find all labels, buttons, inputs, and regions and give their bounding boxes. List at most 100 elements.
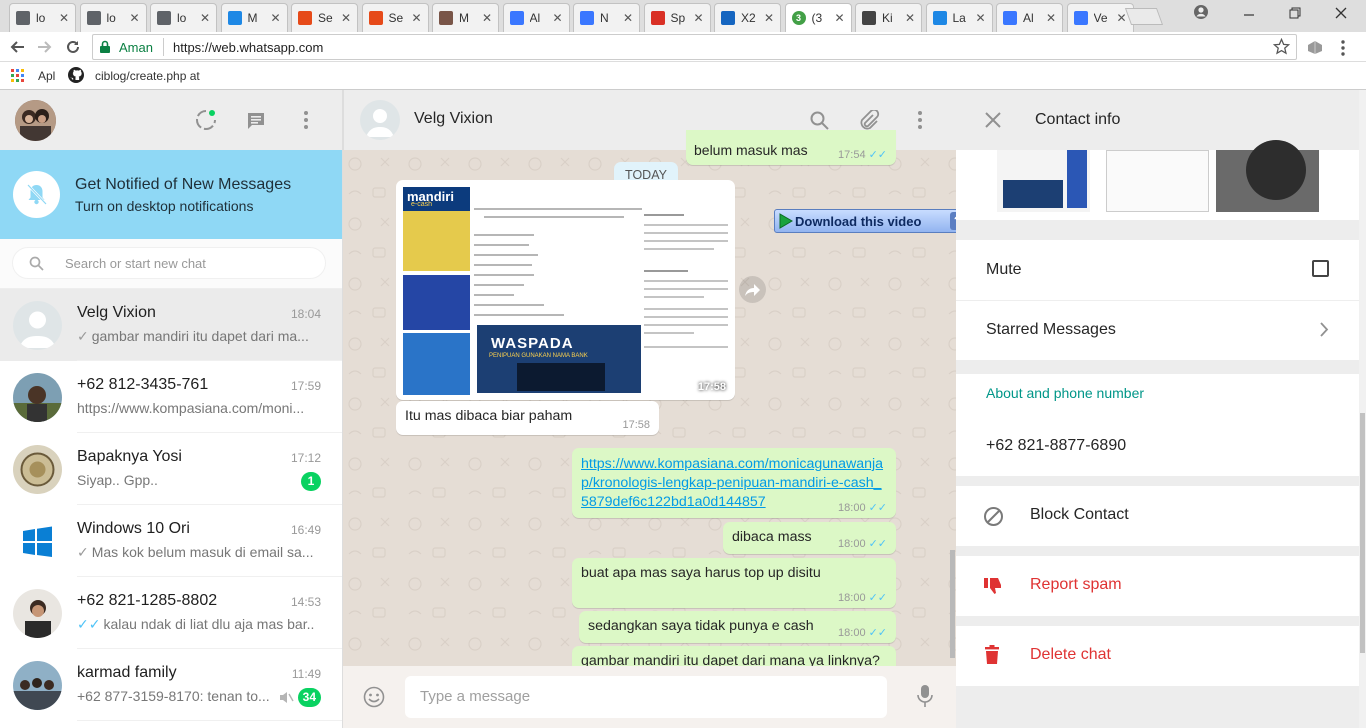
download-video-overlay[interactable]: Download this video ? X <box>774 209 956 233</box>
media-thumb-1[interactable] <box>997 150 1090 212</box>
browser-tab[interactable]: N ✕ <box>573 3 640 32</box>
mute-row[interactable]: Mute <box>956 240 1359 300</box>
browser-tab[interactable]: Al ✕ <box>502 3 570 32</box>
browser-tab[interactable]: La ✕ <box>925 3 993 32</box>
browser-tab[interactable]: Se ✕ <box>291 3 358 32</box>
notification-banner[interactable]: Get Notified of New Messages Turn on des… <box>0 150 342 239</box>
url-text[interactable]: https://web.whatsapp.com <box>173 40 323 55</box>
browser-tab[interactable]: Sp ✕ <box>643 3 711 32</box>
browser-tab[interactable]: Se ✕ <box>361 3 429 32</box>
microphone-icon[interactable] <box>917 684 933 713</box>
waspada-text: WASPADA <box>491 335 574 352</box>
status-icon[interactable] <box>195 109 217 136</box>
close-tab-icon[interactable]: ✕ <box>623 11 633 25</box>
chat-list-item[interactable]: +62 821-1285-8802 14:53 ✓✓ kalau ndak di li… <box>0 577 342 649</box>
bookmark-apps[interactable]: Apl <box>38 69 55 83</box>
mandiri-screen-photo <box>403 275 470 330</box>
message-input[interactable]: Type a message <box>405 676 887 718</box>
browser-tab[interactable]: 3 (3 ✕ <box>784 3 852 32</box>
close-tab-icon[interactable]: ✕ <box>411 11 421 25</box>
close-tab-icon[interactable]: ✕ <box>1116 11 1126 25</box>
conversation-scrollbar-thumb[interactable] <box>950 550 955 658</box>
browser-tab[interactable]: lo ✕ <box>150 3 217 32</box>
phone-number[interactable]: +62 821-8877-6890 <box>986 437 1126 455</box>
profile-icon[interactable] <box>1193 4 1209 23</box>
chat-list-item[interactable]: karmad family 11:49 +62 877-3159-8170: ten… <box>0 649 342 721</box>
search-input[interactable]: Search or start new chat <box>12 247 326 279</box>
bookmark-ciblog[interactable]: ciblog/create.php at <box>95 69 200 83</box>
browser-tab[interactable]: Ki ✕ <box>855 3 922 32</box>
mandiri-image[interactable]: mandiri e-cash WASPADA PENIPUAN GUNAKAN … <box>399 183 732 397</box>
my-avatar[interactable] <box>15 100 56 141</box>
browser-tab[interactable]: M ✕ <box>220 3 288 32</box>
contact-name[interactable]: Velg Vixion <box>414 110 493 128</box>
browser-tab[interactable]: M ✕ <box>432 3 499 32</box>
new-tab-button[interactable] <box>1124 8 1164 25</box>
contact-info-header: Contact info <box>956 90 1366 150</box>
close-tab-icon[interactable]: ✕ <box>200 11 210 25</box>
close-window-icon[interactable] <box>1335 6 1347 22</box>
media-thumb-2[interactable] <box>1106 150 1209 212</box>
scrollbar-thumb[interactable] <box>1360 413 1365 653</box>
browser-tab[interactable]: X2 ✕ <box>714 3 781 32</box>
flame-icon <box>368 11 383 25</box>
conversation-menu-icon[interactable] <box>918 111 922 134</box>
report-spam-row[interactable]: Report spam <box>956 556 1359 616</box>
chat-list-item[interactable]: Velg Vixion 18:04 ✓ gambar mandiri itu dape… <box>0 289 342 361</box>
media-thumb-3[interactable] <box>1216 140 1319 212</box>
browser-tab[interactable]: lo ✕ <box>9 3 76 32</box>
search-bar: Search or start new chat <box>0 239 342 289</box>
reload-icon[interactable] <box>65 39 81 60</box>
outgoing-message[interactable]: dibaca mass 18:00 ✓✓ <box>723 522 896 554</box>
forward-icon[interactable] <box>37 39 53 60</box>
tab-title: N <box>600 11 609 25</box>
close-tab-icon[interactable]: ✕ <box>764 11 774 25</box>
outgoing-message[interactable]: https://www.kompasiana.com/monicagunawan… <box>572 448 896 518</box>
new-chat-icon[interactable] <box>246 111 266 136</box>
delete-chat-row[interactable]: Delete chat <box>956 626 1359 686</box>
close-tab-icon[interactable]: ✕ <box>905 11 915 25</box>
chat-list-item[interactable]: Windows 10 Ori 16:49 ✓ Mas kok belum masuk … <box>0 505 342 577</box>
starred-messages-row[interactable]: Starred Messages <box>956 301 1359 360</box>
restore-icon[interactable] <box>1289 6 1301 22</box>
forward-icon[interactable] <box>739 276 766 303</box>
message-bubble-partial[interactable]: belum masuk mas 17:54 ✓✓ <box>686 130 896 165</box>
close-tab-icon[interactable]: ✕ <box>834 11 844 25</box>
close-tab-icon[interactable]: ✕ <box>59 11 69 25</box>
minimize-icon[interactable] <box>1243 6 1255 22</box>
back-icon[interactable] <box>9 39 25 60</box>
menu-icon[interactable] <box>304 111 308 134</box>
image-message[interactable]: mandiri e-cash WASPADA PENIPUAN GUNAKAN … <box>396 180 735 400</box>
double-check-icon: ✓✓ <box>868 149 887 161</box>
close-tab-icon[interactable]: ✕ <box>482 11 492 25</box>
close-tab-icon[interactable]: ✕ <box>341 11 351 25</box>
close-tab-icon[interactable]: ✕ <box>552 11 562 25</box>
address-bar[interactable]: Aman https://web.whatsapp.com <box>92 34 1297 60</box>
block-contact-row[interactable]: Block Contact <box>956 486 1359 546</box>
chat-list-item[interactable]: +62 812-3435-761 17:59 https://www.kompasi… <box>0 361 342 433</box>
emoji-icon[interactable] <box>363 686 385 713</box>
chat-list-item[interactable]: Bapaknya Yosi 17:12 Siyap.. Gpp.. 1 <box>0 433 342 505</box>
close-panel-icon[interactable] <box>985 112 1001 133</box>
incoming-message[interactable]: Itu mas dibaca biar paham 17:58 <box>396 401 659 435</box>
close-tab-icon[interactable]: ✕ <box>1046 11 1056 25</box>
tab-title: (3 <box>811 11 823 25</box>
scrollbar-track[interactable] <box>1359 90 1366 728</box>
close-tab-icon[interactable]: ✕ <box>975 11 985 25</box>
extension-icon[interactable] <box>1306 39 1324 60</box>
bookmark-star-icon[interactable] <box>1272 37 1291 60</box>
browser-tab[interactable]: Ve ✕ <box>1066 3 1134 32</box>
outgoing-message[interactable]: sedangkan saya tidak punya e cash 18:00 ✓✓ <box>579 611 896 643</box>
close-tab-icon[interactable]: ✕ <box>270 11 280 25</box>
close-tab-icon[interactable]: ✕ <box>693 11 703 25</box>
tab-title: Ve <box>1093 11 1108 25</box>
contact-avatar[interactable] <box>360 100 400 140</box>
outgoing-message[interactable]: buat apa mas saya harus top up disitu 18:… <box>572 558 896 608</box>
chrome-menu-icon[interactable] <box>1341 40 1345 61</box>
browser-tab[interactable]: lo ✕ <box>79 3 147 32</box>
apps-grid-icon[interactable] <box>11 69 24 85</box>
close-tab-icon[interactable]: ✕ <box>129 11 139 25</box>
browser-tab[interactable]: Al ✕ <box>996 3 1063 32</box>
mute-checkbox[interactable] <box>1312 260 1329 277</box>
notification-subtitle[interactable]: Turn on desktop notifications <box>75 198 253 214</box>
